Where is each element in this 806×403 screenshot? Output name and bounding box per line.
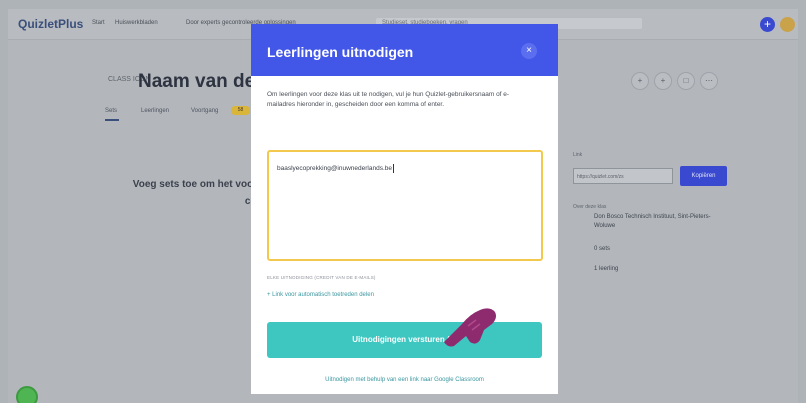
send-invites-button[interactable]: Uitnodigingen versturen (1) — [267, 322, 542, 358]
dialog-instructions: Om leerlingen voor deze klas uit te nodi… — [267, 91, 510, 108]
nav-link-worksheets[interactable]: Huiswerkbladen — [115, 20, 158, 26]
share-link-label: Link — [573, 152, 583, 158]
chat-icon[interactable] — [16, 386, 38, 403]
share-link-field[interactable]: https://quizlet.com/zs — [573, 168, 673, 184]
class-set-count: 0 sets — [594, 246, 611, 252]
class-school: Don Bosco Technisch Instituut, Sint-Piet… — [594, 214, 711, 229]
add-folder-icon[interactable]: + — [654, 72, 672, 90]
invite-students-dialog: Leerlingen uitnodigen × Om leerlingen vo… — [251, 24, 558, 394]
google-classroom-link[interactable]: Uitnodigen met behulp van een link naar … — [251, 377, 558, 383]
tab-progress[interactable]: Voortgang — [191, 108, 218, 114]
text-caret — [393, 164, 395, 173]
empty-state-line: cont — [118, 193, 268, 210]
share-icon[interactable]: □ — [677, 72, 695, 90]
page-title: Naam van de — [138, 71, 256, 92]
logo[interactable]: QuizletPlus — [18, 17, 83, 31]
dialog-header: Leerlingen uitnodigen × — [251, 24, 558, 76]
dialog-title: Leerlingen uitnodigen — [267, 44, 414, 60]
close-icon[interactable]: × — [521, 43, 537, 59]
active-tab-indicator — [105, 119, 119, 121]
class-info-heading: Over deze klas — [573, 204, 607, 210]
invite-input-value: baaslyecoprekking@inuwnederlands.be — [277, 165, 393, 173]
nav-link-home[interactable]: Start — [92, 20, 105, 26]
copy-button[interactable]: Kopiëren — [680, 166, 727, 186]
empty-state-line: Voeg sets toe om het voo — [132, 179, 254, 190]
tab-sets[interactable]: Sets — [105, 108, 117, 114]
empty-state-message: Voeg sets toe om het voo cont — [118, 176, 268, 210]
create-plus-icon[interactable]: + — [760, 17, 775, 32]
hand-pointer-icon — [444, 308, 496, 347]
class-student-count: 1 leerling — [594, 266, 619, 272]
avatar[interactable] — [780, 17, 795, 32]
invite-textarea[interactable]: baaslyecoprekking@inuwnederlands.be — [267, 150, 543, 261]
more-icon[interactable]: ⋯ — [700, 72, 718, 90]
input-hint: ELKE UITNODIGING (CREDIT VAN DE E-MAILS) — [267, 275, 376, 280]
progress-badge: 58 — [231, 106, 250, 115]
auto-join-link[interactable]: + Link voor automatisch toetreden delen — [267, 292, 374, 298]
add-icon[interactable]: + — [631, 72, 649, 90]
tab-students[interactable]: Leerlingen — [141, 108, 169, 114]
